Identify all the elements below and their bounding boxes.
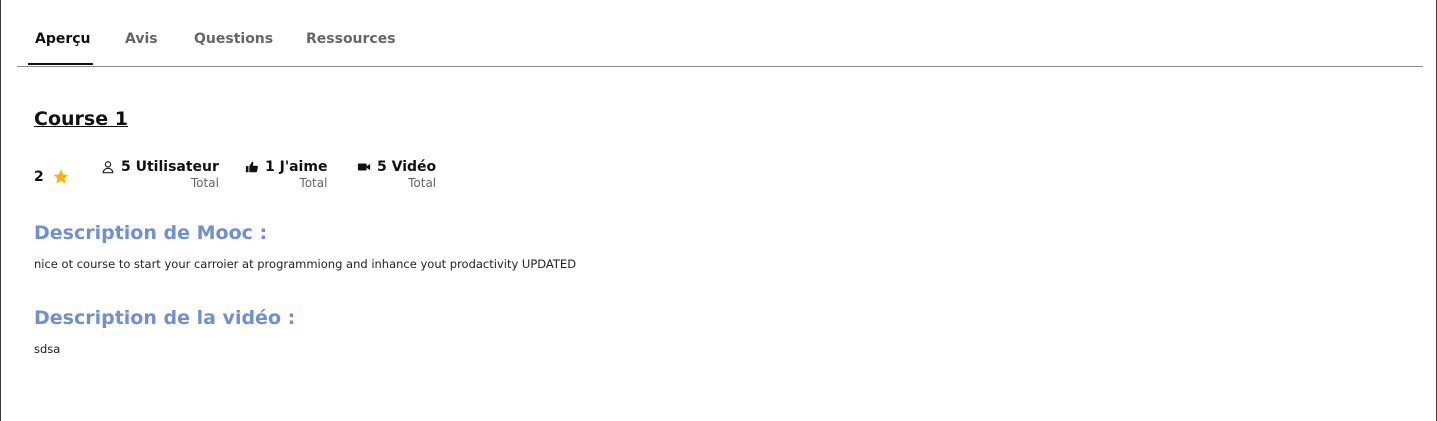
- video-description-text: sdsa: [34, 342, 61, 356]
- mooc-description-text: nice ot course to start your carroier at…: [34, 257, 577, 271]
- video-camera-icon: [357, 160, 371, 174]
- stat-users-value: 5 Utilisateur: [121, 159, 219, 175]
- stat-likes-label: Total: [299, 176, 328, 190]
- stat-users-label: Total: [190, 176, 219, 190]
- user-icon: [101, 160, 115, 174]
- course-overview-panel: Aperçu Avis Questions Ressources Course …: [0, 0, 1437, 421]
- course-rating: 2: [34, 168, 70, 186]
- course-title: Course 1: [34, 108, 128, 130]
- tab-apercu[interactable]: Aperçu: [35, 31, 91, 47]
- mooc-description-heading: Description de Mooc :: [34, 222, 268, 244]
- active-tab-indicator: [28, 63, 93, 65]
- stat-videos-value: 5 Vidéo: [377, 159, 437, 175]
- rating-value: 2: [34, 169, 44, 185]
- tab-questions[interactable]: Questions: [194, 31, 273, 47]
- video-description-heading: Description de la vidéo :: [34, 307, 296, 329]
- tab-bar: Aperçu Avis Questions Ressources: [17, 0, 1423, 67]
- tab-ressources[interactable]: Ressources: [306, 31, 396, 47]
- stat-users: 5 Utilisateur Total: [101, 159, 219, 190]
- thumbs-up-icon: [245, 160, 259, 174]
- tab-avis[interactable]: Avis: [125, 31, 158, 47]
- star-icon: [53, 169, 69, 184]
- stat-videos: 5 Vidéo Total: [357, 159, 436, 190]
- stat-videos-label: Total: [408, 176, 437, 190]
- stat-likes-value: 1 J'aime: [265, 159, 328, 175]
- stat-likes: 1 J'aime Total: [245, 159, 327, 190]
